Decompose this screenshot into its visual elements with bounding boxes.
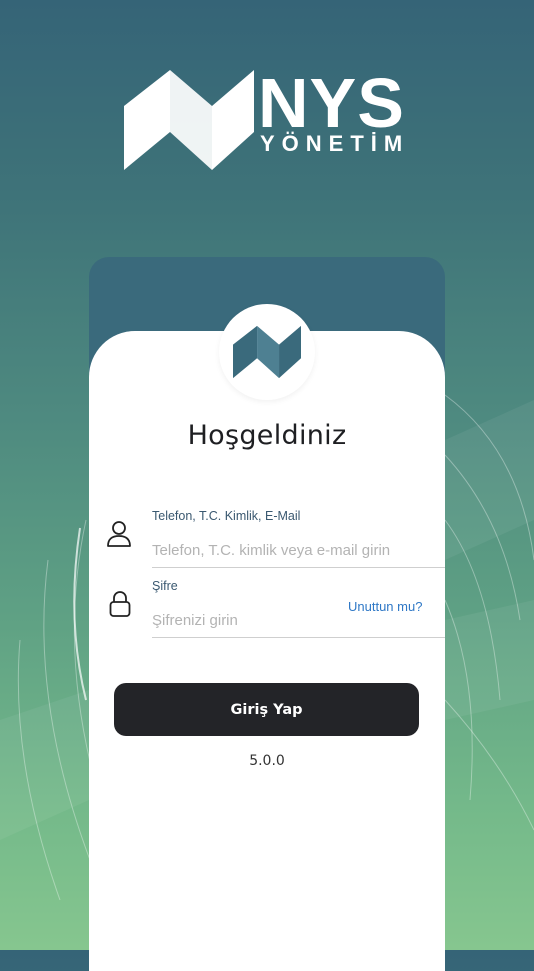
password-underline [152, 637, 445, 638]
forgot-password-link[interactable]: Unuttun mu? [348, 599, 422, 614]
user-icon [107, 521, 131, 547]
login-button[interactable]: Giriş Yap [114, 683, 419, 736]
lock-icon [109, 591, 131, 617]
username-label: Telefon, T.C. Kimlik, E-Mail [152, 509, 301, 523]
brand-subtitle: YÖNETİM [260, 131, 410, 156]
password-input[interactable] [152, 603, 342, 637]
card-avatar [219, 304, 315, 400]
nys-logo-mark-icon [233, 325, 301, 379]
nys-logo-mark-icon [124, 70, 254, 170]
app-version: 5.0.0 [249, 753, 285, 769]
username-input[interactable] [152, 533, 445, 568]
welcome-heading: Hoşgeldiniz [187, 420, 347, 451]
app-logo: NYS YÖNETİM [124, 64, 414, 170]
password-label: Şifre [152, 579, 178, 593]
brand-title: NYS [258, 64, 405, 142]
